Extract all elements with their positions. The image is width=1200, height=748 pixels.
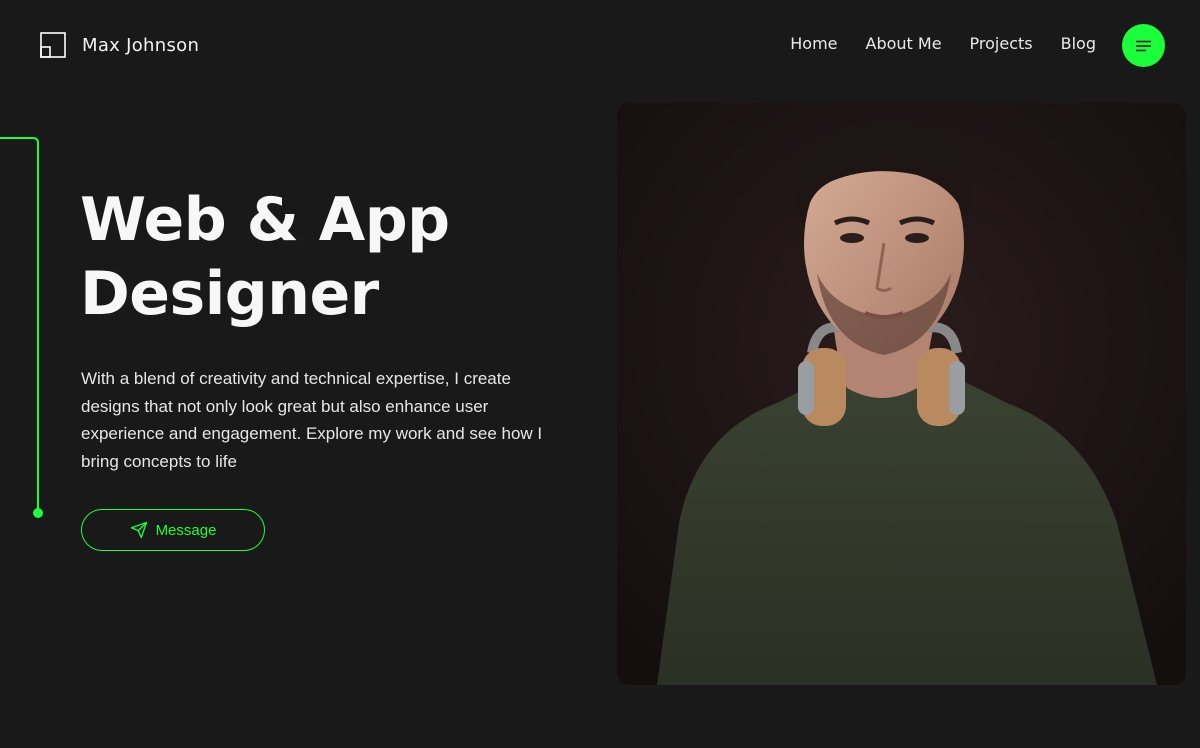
send-icon: [130, 521, 147, 539]
hero-title-line-1: Web & App: [80, 185, 450, 255]
main-nav: Home About Me Projects Blog: [790, 33, 1096, 55]
nav-about-me[interactable]: About Me: [866, 33, 942, 55]
nav-home[interactable]: Home: [790, 33, 837, 55]
page: Max Johnson Home About Me Projects Blog …: [0, 0, 1200, 748]
brand-logo[interactable]: Max Johnson: [40, 32, 199, 58]
portrait-photo: [617, 103, 1186, 685]
hero-title-line-2: Designer: [80, 259, 379, 329]
hero-description: With a blend of creativity and technical…: [81, 369, 543, 471]
message-button[interactable]: Message: [81, 509, 265, 551]
hero-title: Web & App Designer: [80, 183, 560, 331]
nav-projects[interactable]: Projects: [970, 33, 1033, 55]
menu-button[interactable]: [1122, 24, 1165, 67]
decorative-line: [0, 137, 43, 518]
square-logo-icon: [40, 32, 66, 58]
nav-blog[interactable]: Blog: [1061, 33, 1096, 55]
message-button-label: Message: [155, 521, 217, 539]
brand-name: Max Johnson: [82, 34, 200, 56]
site-header: Max Johnson Home About Me Projects Blog: [0, 0, 1200, 90]
menu-icon: [1135, 40, 1151, 51]
